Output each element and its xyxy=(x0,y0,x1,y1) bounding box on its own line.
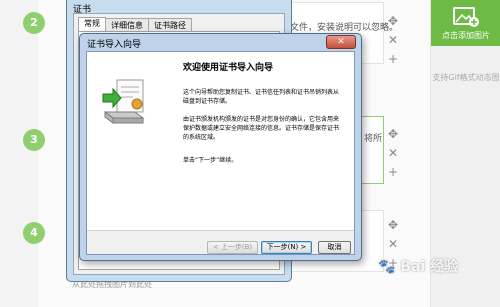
image-add-icon xyxy=(453,7,479,27)
paw-icon: 🐾 xyxy=(378,259,396,275)
gif-support-hint: 支持Gif格式动态图 xyxy=(432,73,500,82)
baidu-watermark: 🐾 Bai 经验 xyxy=(378,256,458,276)
move-handle-icon[interactable]: ✥ xyxy=(386,218,400,232)
step-number-badge: 4 xyxy=(23,222,45,244)
add-step-icon[interactable]: + xyxy=(386,165,400,179)
wizard-title: 证书导入向导 xyxy=(87,40,142,50)
wizard-content: 欢迎使用证书导入向导 这个向导帮助您复制证书、证书信任列表和证书吊销列表从磁盘到… xyxy=(87,52,354,230)
close-button[interactable]: ✕ xyxy=(326,35,356,49)
wizard-inner: 欢迎使用证书导入向导 这个向导帮助您复制证书、证书信任列表和证书吊销列表从磁盘到… xyxy=(86,51,355,255)
certificate-import-wizard: 证书导入向导 ✕ 欢迎使用证书导入向导 这个向导帮助您复制证书、证书信任列表和证… xyxy=(79,33,362,261)
delete-step-icon[interactable]: ✕ xyxy=(386,33,400,47)
tab-general[interactable]: 常规 xyxy=(78,17,106,31)
step-number-badge: 3 xyxy=(23,129,45,151)
add-image-label: 点击添加图片 xyxy=(442,31,490,40)
next-button[interactable]: 下一步(N) > xyxy=(261,241,312,254)
cancel-button[interactable]: 取消 xyxy=(318,241,351,254)
certificate-import-icon xyxy=(102,79,145,124)
back-button[interactable]: < 上一步(B) xyxy=(207,241,258,254)
add-image-button[interactable]: 点击添加图片 xyxy=(431,0,500,46)
delete-step-icon[interactable]: ✕ xyxy=(386,146,400,160)
wizard-heading: 欢迎使用证书导入向导 xyxy=(183,63,274,73)
move-handle-icon[interactable]: ✥ xyxy=(386,14,400,28)
step-number-badge: 2 xyxy=(23,12,45,34)
delete-step-icon[interactable]: ✕ xyxy=(386,237,400,251)
certificate-tabs: 常规 详细信息 证书路径 xyxy=(78,17,192,31)
tab-cert-path[interactable]: 证书路径 xyxy=(148,18,192,31)
watermark-text: Bai 经验 xyxy=(400,259,459,275)
move-handle-icon[interactable]: ✥ xyxy=(386,127,400,141)
step-text: 文件，安装说明可以忽略。 xyxy=(290,23,399,33)
step-text: 将所 xyxy=(364,134,383,144)
wizard-description-text: 由证书颁发机构颁发的证书是对您身份的确认，它包含用来保护数据或建立安全网络连接的… xyxy=(183,116,340,141)
add-step-icon[interactable]: + xyxy=(386,52,400,66)
tab-details[interactable]: 详细信息 xyxy=(105,18,149,31)
wizard-divider xyxy=(87,230,354,231)
wizard-intro-text: 这个向导帮助您复制证书、证书信任列表和证书吊销列表从磁盘到证书存储。 xyxy=(183,89,340,105)
wizard-continue-text: 单击“下一步”继续。 xyxy=(183,157,238,164)
